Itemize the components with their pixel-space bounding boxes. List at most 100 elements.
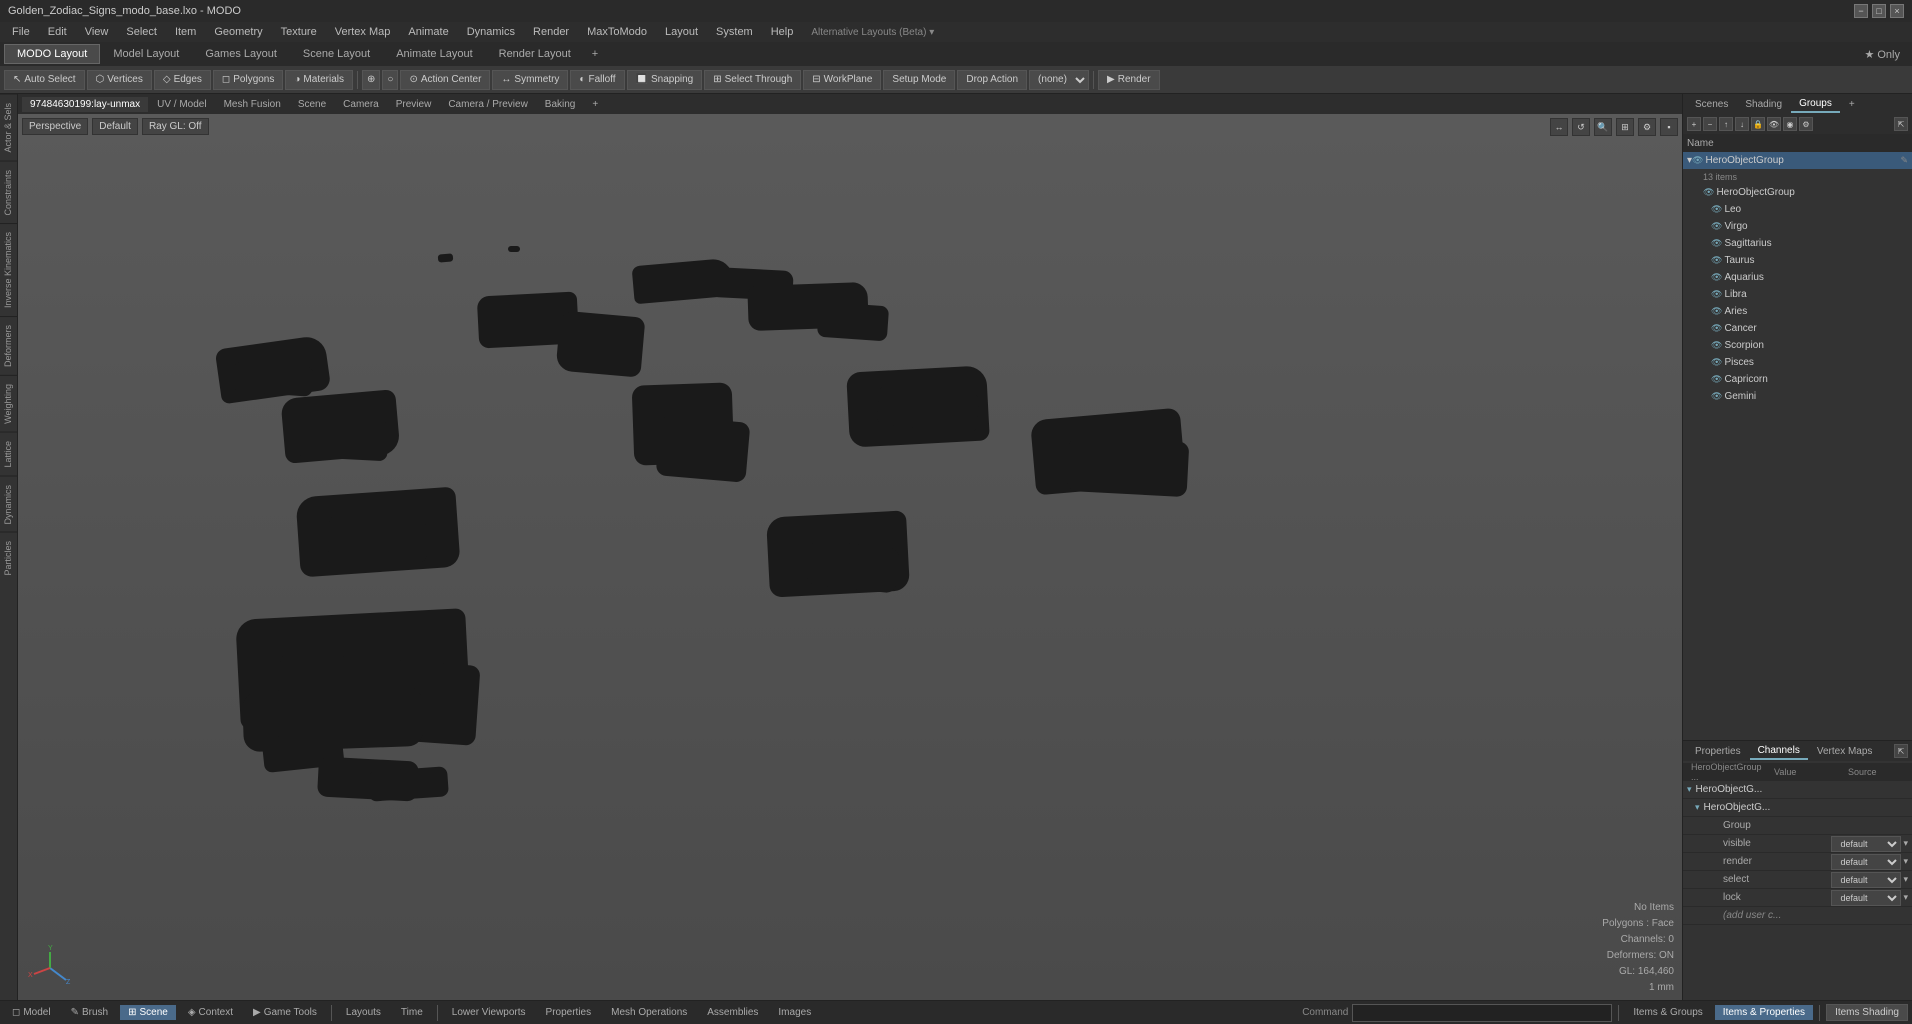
tree-item-cancer[interactable]: 👁 Cancer [1683, 320, 1912, 337]
menu-view[interactable]: View [77, 24, 117, 40]
rp-tab-shading[interactable]: Shading [1737, 97, 1790, 112]
menu-dynamics[interactable]: Dynamics [459, 24, 523, 40]
default-dropdown[interactable]: Default [92, 118, 138, 135]
falloff-button[interactable]: ◐ Falloff [570, 70, 624, 90]
select-through-button[interactable]: ⊞ Select Through [704, 70, 801, 90]
props-row-render[interactable]: render default ▾ [1683, 853, 1912, 871]
polygons-button[interactable]: ◻ Polygons [213, 70, 283, 90]
action-center-button[interactable]: ⊙ Action Center [400, 70, 490, 90]
props-render-dropdown[interactable]: default [1831, 854, 1901, 870]
tab-animate-layout[interactable]: Animate Layout [383, 44, 485, 64]
edges-button[interactable]: ◇ Edges [154, 70, 211, 90]
scene-vis-button[interactable]: 👁 [1767, 117, 1781, 131]
bot-tab-layouts[interactable]: Layouts [338, 1005, 389, 1020]
vp-tab-meshfusion[interactable]: Mesh Fusion [216, 97, 289, 112]
props-row-visible[interactable]: visible default ▾ [1683, 835, 1912, 853]
tree-item-sagittarius[interactable]: 👁 Sagittarius [1683, 235, 1912, 252]
3d-viewport[interactable]: Perspective Default Ray GL: Off ↔ ↺ 🔍 ⊞ … [18, 114, 1682, 1000]
sidebar-ik[interactable]: Inverse Kinematics [0, 223, 17, 316]
menu-vertexmap[interactable]: Vertex Map [327, 24, 399, 40]
tree-item-hero-root[interactable]: ▾ 👁 HeroObjectGroup ✎ [1683, 152, 1912, 169]
sidebar-lattice[interactable]: Lattice [0, 432, 17, 476]
tree-item-aquarius[interactable]: 👁 Aquarius [1683, 269, 1912, 286]
render-button[interactable]: ▶ Render [1098, 70, 1160, 90]
props-expand-button[interactable]: ⇱ [1894, 744, 1908, 758]
bot-tab-scene[interactable]: ⊞ Scene [120, 1005, 176, 1020]
materials-button[interactable]: ◑ Materials [285, 70, 353, 90]
sidebar-dynamics[interactable]: Dynamics [0, 476, 17, 533]
menu-file[interactable]: File [4, 24, 38, 40]
add-layout-tab-button[interactable]: + [584, 45, 606, 63]
bot-tab-lower-viewports[interactable]: Lower Viewports [444, 1005, 534, 1020]
sym-icon-2[interactable]: ○ [382, 70, 398, 90]
props-row-select[interactable]: select default ▾ [1683, 871, 1912, 889]
viewport-icon-6[interactable]: ▪ [1660, 118, 1678, 136]
scene-expand-button[interactable]: ⇱ [1894, 117, 1908, 131]
rp-tab-add[interactable]: + [1841, 97, 1863, 112]
vp-tab-add[interactable]: + [584, 97, 606, 112]
tree-item-leo[interactable]: 👁 Leo [1683, 201, 1912, 218]
tree-item-heroobjectgroup[interactable]: 👁 HeroObjectGroup [1683, 184, 1912, 201]
bot-tab-items-properties[interactable]: Items & Properties [1715, 1005, 1813, 1020]
props-tab-properties[interactable]: Properties [1687, 744, 1749, 759]
vp-tab-baking[interactable]: Baking [537, 97, 584, 112]
menu-system[interactable]: System [708, 24, 761, 40]
items-shading-button[interactable]: Items Shading [1826, 1004, 1908, 1021]
sym-icon-1[interactable]: ⊕ [362, 70, 380, 90]
tree-item-scorpion[interactable]: 👁 Scorpion [1683, 337, 1912, 354]
sidebar-constraints[interactable]: Constraints [0, 161, 17, 224]
bot-tab-brush[interactable]: ✎ Brush [63, 1005, 117, 1020]
menu-animate[interactable]: Animate [400, 24, 456, 40]
vp-tab-cam-preview[interactable]: Camera / Preview [440, 97, 535, 112]
tab-games-layout[interactable]: Games Layout [192, 44, 290, 64]
sidebar-weighting[interactable]: Weighting [0, 375, 17, 432]
viewport-icon-4[interactable]: ⊞ [1616, 118, 1634, 136]
viewport-icon-5[interactable]: ⚙ [1638, 118, 1656, 136]
tab-scene-layout[interactable]: Scene Layout [290, 44, 383, 64]
menu-layout[interactable]: Layout [657, 24, 706, 40]
workplane-button[interactable]: ⊟ WorkPlane [803, 70, 881, 90]
scene-remove-button[interactable]: − [1703, 117, 1717, 131]
scene-down-button[interactable]: ↓ [1735, 117, 1749, 131]
props-row-add-user[interactable]: (add user c... [1683, 907, 1912, 925]
setup-mode-button[interactable]: Setup Mode [883, 70, 955, 90]
bot-tab-items-groups[interactable]: Items & Groups [1625, 1005, 1710, 1020]
vp-tab-scene[interactable]: Scene [290, 97, 334, 112]
menu-help[interactable]: Help [763, 24, 802, 40]
menu-geometry[interactable]: Geometry [206, 24, 270, 40]
tree-item-capricorn[interactable]: 👁 Capricorn [1683, 371, 1912, 388]
tree-item-taurus[interactable]: 👁 Taurus [1683, 252, 1912, 269]
tree-item-pisces[interactable]: 👁 Pisces [1683, 354, 1912, 371]
perspective-dropdown[interactable]: Perspective [22, 118, 88, 135]
viewport-icon-2[interactable]: ↺ [1572, 118, 1590, 136]
alternative-layouts-dropdown[interactable]: Alternative Layouts (Beta) ▾ [811, 27, 934, 38]
scene-settings-button[interactable]: ⚙ [1799, 117, 1813, 131]
props-visible-arrow[interactable]: ▾ [1903, 838, 1908, 849]
props-visible-dropdown[interactable]: default [1831, 836, 1901, 852]
scene-add-button[interactable]: + [1687, 117, 1701, 131]
bot-tab-time[interactable]: Time [393, 1005, 431, 1020]
viewport-icon-3[interactable]: 🔍 [1594, 118, 1612, 136]
command-input[interactable] [1352, 1004, 1612, 1022]
tab-modo-layout[interactable]: MODO Layout [4, 44, 100, 64]
tree-item-aries[interactable]: 👁 Aries [1683, 303, 1912, 320]
rp-tab-groups[interactable]: Groups [1791, 96, 1840, 113]
menu-texture[interactable]: Texture [273, 24, 325, 40]
menu-render[interactable]: Render [525, 24, 577, 40]
sidebar-particles[interactable]: Particles [0, 532, 17, 584]
bot-tab-context[interactable]: ◈ Context [180, 1005, 241, 1020]
vp-tab-uv[interactable]: UV / Model [149, 97, 214, 112]
bot-tab-images[interactable]: Images [770, 1005, 819, 1020]
props-lock-dropdown[interactable]: default [1831, 890, 1901, 906]
action-dropdown[interactable]: (none) [1029, 70, 1089, 90]
close-button[interactable]: × [1890, 4, 1904, 18]
minimize-button[interactable]: − [1854, 4, 1868, 18]
maximize-button[interactable]: □ [1872, 4, 1886, 18]
tree-item-virgo[interactable]: 👁 Virgo [1683, 218, 1912, 235]
drop-action-button[interactable]: Drop Action [957, 70, 1027, 90]
tree-item-gemini[interactable]: 👁 Gemini [1683, 388, 1912, 405]
props-select-dropdown[interactable]: default [1831, 872, 1901, 888]
scene-lock-button[interactable]: 🔒 [1751, 117, 1765, 131]
vp-tab-preview[interactable]: Preview [388, 97, 440, 112]
bot-tab-assemblies[interactable]: Assemblies [699, 1005, 766, 1020]
